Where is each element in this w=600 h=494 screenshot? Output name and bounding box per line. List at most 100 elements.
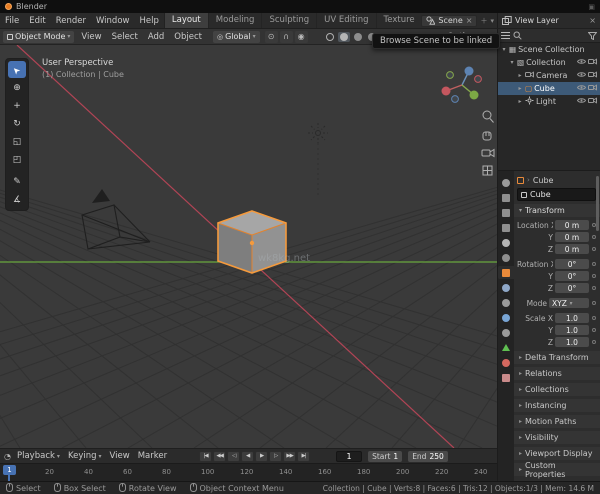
window-controls-icon[interactable]: ▣ <box>588 3 595 11</box>
filter-icon[interactable] <box>588 32 597 40</box>
tab-layout[interactable]: Layout <box>165 13 209 28</box>
animate-decorator-icon[interactable] <box>592 235 596 239</box>
tab-sculpting[interactable]: Sculpting <box>262 13 317 28</box>
rotation-x-field[interactable]: 0° <box>555 259 589 269</box>
animate-decorator-icon[interactable] <box>592 262 596 266</box>
section-collections[interactable]: ▸Collections <box>514 383 600 396</box>
animate-decorator-icon[interactable] <box>592 340 596 344</box>
scale-y-field[interactable]: 1.0 <box>555 325 589 335</box>
camera-object[interactable] <box>82 189 150 249</box>
editor-type-icon[interactable]: ◔ <box>4 452 11 461</box>
section-motion-paths[interactable]: ▸Motion Paths <box>514 415 600 428</box>
rotation-mode-field[interactable]: XYZ Euler▾ <box>549 298 589 308</box>
animate-decorator-icon[interactable] <box>592 316 596 320</box>
timeline-menu-playback[interactable]: Playback▾ <box>13 451 64 461</box>
properties-scrollbar[interactable] <box>596 176 599 231</box>
props-tab-tool[interactable] <box>498 176 514 189</box>
prev-frame-button[interactable]: ◁ <box>227 451 240 462</box>
section-delta-transform[interactable]: ▸Delta Transform <box>514 351 600 364</box>
shading-solid-icon[interactable] <box>338 32 350 42</box>
props-tab-render[interactable] <box>498 191 514 204</box>
props-tab-world[interactable] <box>498 251 514 264</box>
visibility-eye-icon[interactable] <box>577 58 586 67</box>
visibility-eye-icon[interactable] <box>577 71 586 80</box>
zoom-icon[interactable] <box>483 111 494 123</box>
props-tab-particles[interactable] <box>498 296 514 309</box>
outliner-row-light[interactable]: ▸Light <box>498 95 600 108</box>
props-tab-material[interactable] <box>498 356 514 369</box>
outliner-row-camera[interactable]: ▸Camera <box>498 69 600 82</box>
props-tab-texture[interactable] <box>498 371 514 384</box>
proportional-editing-icon[interactable]: ◉ <box>295 31 308 43</box>
gizmo-x-axis[interactable] <box>442 87 451 96</box>
next-keyframe-button[interactable]: ▶▶ <box>283 451 296 462</box>
scene-unlink-button[interactable]: × <box>466 16 473 25</box>
shading-material-preview-icon[interactable] <box>352 32 364 42</box>
tool-select-box[interactable]: ➤ <box>8 61 26 78</box>
rotation-z-field[interactable]: 0° <box>555 283 589 293</box>
outliner-row-scene-collection[interactable]: ▾▦Scene Collection <box>498 43 600 56</box>
render-visibility-icon[interactable] <box>588 97 597 106</box>
object-name-field[interactable]: Cube <box>517 188 596 201</box>
render-visibility-icon[interactable] <box>588 71 597 80</box>
visibility-eye-icon[interactable] <box>577 84 586 93</box>
render-visibility-icon[interactable] <box>588 58 597 67</box>
menu-render[interactable]: Render <box>51 16 91 26</box>
timeline-menu-marker[interactable]: Marker <box>134 451 171 461</box>
scene-selector[interactable]: Scene × <box>421 15 477 27</box>
scale-x-field[interactable]: 1.0 <box>555 313 589 323</box>
animate-decorator-icon[interactable] <box>592 286 596 290</box>
props-tab-object[interactable] <box>498 266 514 279</box>
viewport-3d[interactable]: ➤⊕+↻◱◰✎∡ User Perspective (1) Collection… <box>0 45 497 448</box>
view-layer-selector[interactable]: View Layer × <box>497 13 600 28</box>
gizmo-y-axis[interactable] <box>470 91 479 100</box>
menu-help[interactable]: Help <box>134 16 163 26</box>
pivot-point-icon[interactable]: ⊙ <box>265 31 278 43</box>
expander-icon[interactable]: ▾ <box>501 46 507 53</box>
section-visibility[interactable]: ▸Visibility <box>514 431 600 444</box>
expander-icon[interactable]: ▸ <box>517 72 523 79</box>
rotation-y-field[interactable]: 0° <box>555 271 589 281</box>
tool-measure[interactable]: ∡ <box>8 191 26 208</box>
expander-icon[interactable]: ▸ <box>517 98 523 105</box>
gizmo-y-neg[interactable] <box>447 72 454 79</box>
outliner-row-collection[interactable]: ▾▧Collection <box>498 56 600 69</box>
next-frame-button[interactable]: ▷ <box>269 451 282 462</box>
orientation-dropdown[interactable]: ◎ Global ▾ <box>213 31 260 43</box>
props-tab-view-layer[interactable] <box>498 221 514 234</box>
tab-modeling[interactable]: Modeling <box>209 13 263 28</box>
timeline-menu-keying[interactable]: Keying▾ <box>64 451 106 461</box>
play-button[interactable]: ▶ <box>255 451 268 462</box>
expander-icon[interactable]: ▾ <box>509 59 515 66</box>
section-relations[interactable]: ▸Relations <box>514 367 600 380</box>
snap-magnet-icon[interactable]: ∩ <box>280 31 293 43</box>
jump-start-button[interactable]: |◀ <box>199 451 212 462</box>
view-layer-remove-button[interactable]: × <box>589 16 596 25</box>
props-tab-constraints[interactable] <box>498 326 514 339</box>
props-tab-scene[interactable] <box>498 236 514 249</box>
props-tab-physics[interactable] <box>498 311 514 324</box>
tool-move[interactable]: + <box>8 97 26 114</box>
gizmo-x-neg[interactable] <box>475 76 482 83</box>
outliner-row-cube[interactable]: ▸▢Cube <box>498 82 600 95</box>
section-custom-properties[interactable]: ▸Custom Properties <box>514 463 600 476</box>
shading-wireframe-icon[interactable] <box>324 32 336 42</box>
new-scene-button[interactable]: ＋ <box>480 16 487 26</box>
tool-transform[interactable]: ◰ <box>8 151 26 168</box>
location-y-field[interactable]: 0 m <box>555 232 589 242</box>
jump-end-button[interactable]: ▶| <box>297 451 310 462</box>
location-z-field[interactable]: 0 m <box>555 244 589 254</box>
menu-view[interactable]: View <box>76 32 106 42</box>
frame-start-field[interactable]: Start 1 <box>368 451 402 462</box>
nav-gizmo[interactable] <box>442 67 482 103</box>
playhead-badge[interactable]: 1 <box>3 465 16 475</box>
visibility-eye-icon[interactable] <box>577 97 586 106</box>
toggle-ortho-icon[interactable] <box>483 166 492 175</box>
animate-decorator-icon[interactable] <box>592 274 596 278</box>
scale-z-field[interactable]: 1.0 <box>555 337 589 347</box>
timeline-ruler[interactable]: 120406080100120140160180200220240 1 <box>0 463 497 481</box>
play-reverse-button[interactable]: ◀ <box>241 451 254 462</box>
gizmo-z-neg[interactable] <box>452 96 459 103</box>
editor-type-icon[interactable] <box>501 31 510 40</box>
props-tab-object-data[interactable] <box>498 341 514 354</box>
